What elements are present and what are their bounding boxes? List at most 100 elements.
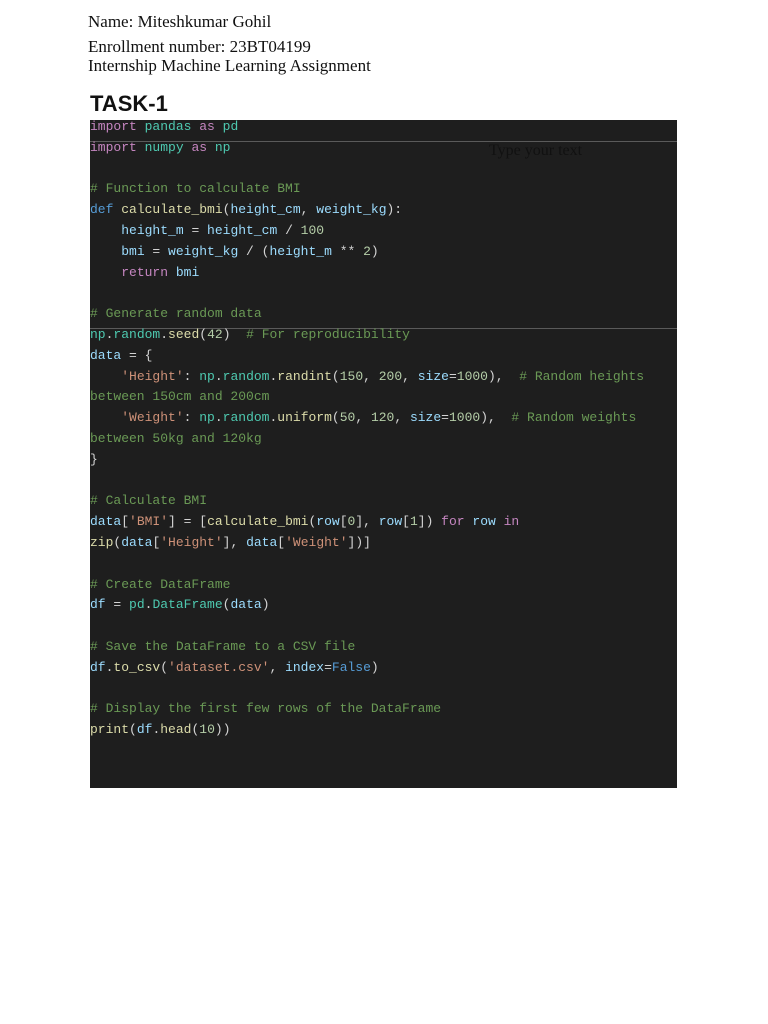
code-token: import: [90, 119, 137, 134]
code-token: size: [417, 368, 449, 384]
code-token: 1: [409, 514, 418, 530]
code-token: data: [90, 514, 122, 530]
code-token: df: [136, 722, 153, 738]
code-token: pandas: [144, 119, 192, 134]
code-token: ,: [402, 368, 418, 384]
code-token: import: [90, 139, 137, 155]
code-line: bmi = weight_kg / (height_m ** 2): [90, 242, 644, 263]
code-token: return: [121, 264, 169, 280]
code-token: row: [316, 514, 340, 530]
code-token: ,: [269, 659, 286, 675]
code-token: between 50kg and 120kg: [90, 430, 262, 446]
code-token: 42: [207, 326, 223, 342]
code-token: 'dataset.csv': [168, 659, 270, 675]
code-token: data: [246, 534, 278, 550]
code-token: 2: [363, 243, 371, 259]
code-line: data['BMI'] = [calculate_bmi(row[0], row…: [90, 512, 644, 533]
code-line: return bmi: [90, 263, 644, 284]
code-token: random: [113, 326, 161, 342]
code-token: ],: [355, 514, 379, 530]
code-token: bmi: [175, 264, 200, 280]
student-name: Name: Miteshkumar Gohil: [88, 12, 272, 31]
code-token: ): [370, 243, 379, 259]
code-token: [: [402, 514, 410, 530]
code-token: = {: [121, 347, 153, 363]
code-token: ] = [: [168, 514, 208, 530]
code-token: pd: [222, 119, 239, 134]
code-line: np.random.seed(42) # For reproducibility: [90, 325, 644, 346]
code-token: 'Weight': [121, 410, 184, 426]
code-line: def calculate_bmi(height_cm, weight_kg):: [90, 200, 644, 221]
code-token: height_m: [121, 222, 184, 238]
code-line: # Calculate BMI: [90, 491, 644, 512]
code-line: height_m = height_cm / 100: [90, 221, 644, 242]
code-token: # Calculate BMI: [90, 493, 208, 509]
code-token: =: [448, 368, 457, 384]
code-token: ,: [363, 368, 379, 384]
assignment-title: Internship Machine Learning Assignment: [88, 56, 371, 75]
code-token: head: [160, 722, 192, 738]
code-token: np: [199, 368, 215, 384]
code-token: np: [214, 139, 231, 155]
code-token: /: [277, 222, 301, 238]
code-token: :: [183, 410, 200, 426]
code-line: print(df.head(10)): [90, 720, 644, 741]
code-line: import pandas as pd: [90, 117, 644, 138]
code-token: height_cm: [230, 202, 301, 218]
code-token: ,: [300, 202, 317, 218]
code-token: ):: [386, 202, 403, 218]
code-token: pd: [129, 597, 145, 613]
code-line: 'Weight': np.random.uniform(50, 120, siz…: [90, 408, 644, 429]
code-token: print: [90, 722, 130, 738]
code-token: ),: [480, 410, 512, 426]
code-token: size: [409, 410, 442, 426]
enrollment-number: Enrollment number: 23BT04199: [88, 37, 311, 56]
code-token: (: [331, 368, 340, 384]
code-token: as: [199, 119, 215, 134]
code-lines: import pandas as pd import numpy as np # …: [90, 117, 644, 741]
code-token: zip: [90, 534, 114, 550]
code-token: df: [90, 597, 106, 613]
code-line: data = {: [90, 346, 644, 367]
code-token: **: [331, 243, 364, 259]
code-token: 150: [339, 368, 364, 384]
text-box-placeholder[interactable]: Type your text: [489, 142, 582, 160]
code-token: (: [199, 326, 208, 342]
code-token: ]): [417, 514, 442, 530]
code-token: / (: [238, 243, 270, 259]
code-token: 'Height': [121, 368, 184, 384]
code-token: random: [222, 368, 270, 384]
code-token: # Random weights: [511, 410, 637, 426]
code-token: numpy: [144, 139, 184, 155]
code-token: ],: [222, 534, 247, 550]
code-line: # Generate random data: [90, 304, 644, 325]
code-token: ): [370, 659, 379, 675]
code-token: # For reproducibility: [246, 326, 410, 342]
code-token: calculate_bmi: [121, 202, 223, 218]
code-token: 120: [370, 410, 395, 426]
code-token: [: [121, 514, 130, 530]
code-line: # Function to calculate BMI: [90, 179, 644, 200]
code-token: seed: [168, 326, 200, 342]
code-token: uniform: [277, 410, 332, 426]
code-token: ): [261, 597, 270, 613]
code-token: np: [199, 410, 215, 426]
code-token: [: [277, 534, 286, 550]
code-token: ),: [488, 368, 520, 384]
code-token: DataFrame: [152, 597, 223, 613]
code-token: 'Weight': [285, 534, 348, 550]
code-line: # Display the first few rows of the Data…: [90, 699, 644, 720]
code-token: randint: [277, 368, 332, 384]
code-token: [: [339, 514, 348, 530]
code-token: random: [222, 410, 270, 426]
code-token: =: [183, 222, 208, 238]
code-token: False: [331, 659, 371, 675]
